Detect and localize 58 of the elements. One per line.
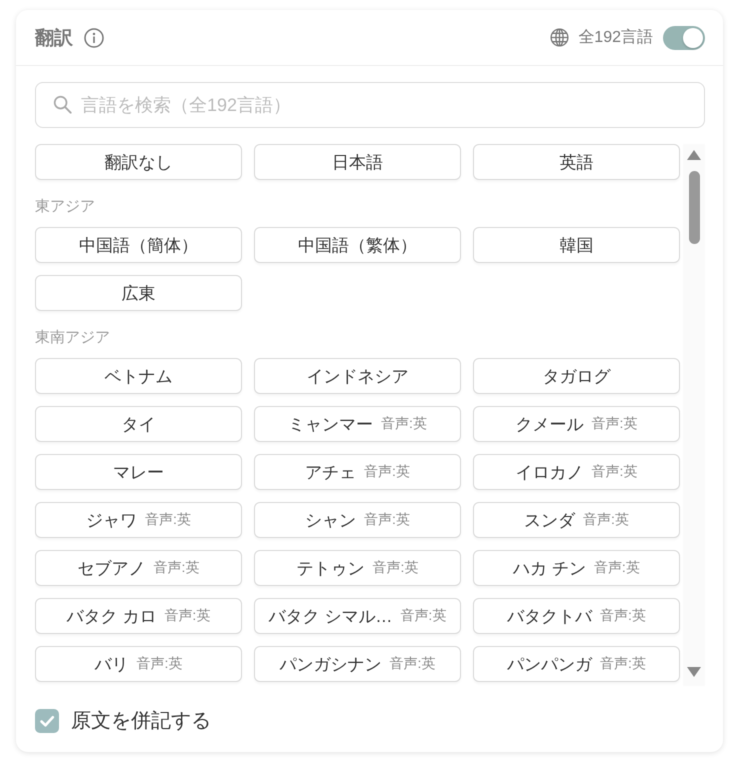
language-option[interactable]: ハカ チン 音声:英 (473, 550, 680, 586)
language-option[interactable]: インドネシア (254, 358, 461, 394)
show-original-checkbox[interactable] (35, 708, 59, 732)
voice-note: 音声:英 (583, 511, 629, 529)
language-option[interactable]: 英語 (473, 144, 680, 180)
language-option[interactable]: 広東 (35, 275, 242, 311)
voice-note: 音声:英 (400, 607, 446, 625)
scrollbar-thumb[interactable] (688, 171, 700, 244)
scroll-up-icon[interactable] (687, 150, 701, 160)
language-option[interactable]: 日本語 (254, 144, 461, 180)
language-option[interactable]: ジャワ 音声:英 (35, 502, 242, 538)
language-option[interactable]: アチェ 音声:英 (254, 454, 461, 490)
language-option[interactable]: バタクトバ 音声:英 (473, 598, 680, 634)
voice-note: 音声:英 (154, 559, 200, 577)
language-option[interactable]: ミャンマー 音声:英 (254, 406, 461, 442)
language-option[interactable]: スンダ 音声:英 (473, 502, 680, 538)
all-languages-toggle[interactable] (663, 26, 705, 50)
region-heading: 東南アジア (35, 328, 110, 348)
voice-note: 音声:英 (592, 415, 638, 433)
voice-note: 音声:英 (145, 511, 191, 529)
voice-note: 音声:英 (381, 415, 427, 433)
language-option[interactable]: パンガシナン 音声:英 (254, 646, 461, 682)
voice-note: 音声:英 (164, 607, 210, 625)
voice-note: 音声:英 (390, 655, 436, 673)
language-option[interactable]: バリ 音声:英 (35, 646, 242, 682)
show-original-label[interactable]: 原文を併記する (71, 707, 211, 734)
voice-note: 音声:英 (600, 607, 646, 625)
language-option[interactable]: 中国語（繁体） (254, 227, 461, 263)
voice-note: 音声:英 (136, 655, 182, 673)
language-option[interactable]: イロカノ 音声:英 (473, 454, 680, 490)
language-option[interactable]: バタク カロ 音声:英 (35, 598, 242, 634)
language-option[interactable]: 韓国 (473, 227, 680, 263)
language-count: 全192言語 (578, 28, 653, 48)
search-icon (53, 95, 72, 114)
language-option[interactable]: セブアノ 音声:英 (35, 550, 242, 586)
language-option[interactable]: パンパンガ 音声:英 (473, 646, 680, 682)
search-field[interactable]: 言語を検索（全192言語） (35, 82, 705, 128)
language-option[interactable]: バタク シマル… 音声:英 (254, 598, 461, 634)
voice-note: 音声:英 (372, 559, 418, 577)
language-option[interactable]: 中国語（簡体） (35, 227, 242, 263)
language-option[interactable]: 翻訳なし (35, 144, 242, 180)
language-option[interactable]: タガログ (473, 358, 680, 394)
panel-title: 翻訳 (35, 26, 73, 50)
region-heading: 東アジア (35, 197, 95, 217)
voice-note: 音声:英 (364, 463, 410, 481)
voice-note: 音声:英 (600, 655, 646, 673)
voice-note: 音声:英 (592, 463, 638, 481)
voice-note: 音声:英 (364, 511, 410, 529)
language-option[interactable]: クメール 音声:英 (473, 406, 680, 442)
language-option[interactable]: タイ (35, 406, 242, 442)
globe-icon (550, 28, 570, 47)
language-option[interactable]: テトゥン 音声:英 (254, 550, 461, 586)
scroll-down-icon[interactable] (687, 667, 701, 677)
language-option[interactable]: マレー (35, 454, 242, 490)
info-icon[interactable] (84, 28, 104, 48)
language-option[interactable]: ベトナム (35, 358, 242, 394)
language-option[interactable]: シャン 音声:英 (254, 502, 461, 538)
voice-note: 音声:英 (594, 559, 640, 577)
